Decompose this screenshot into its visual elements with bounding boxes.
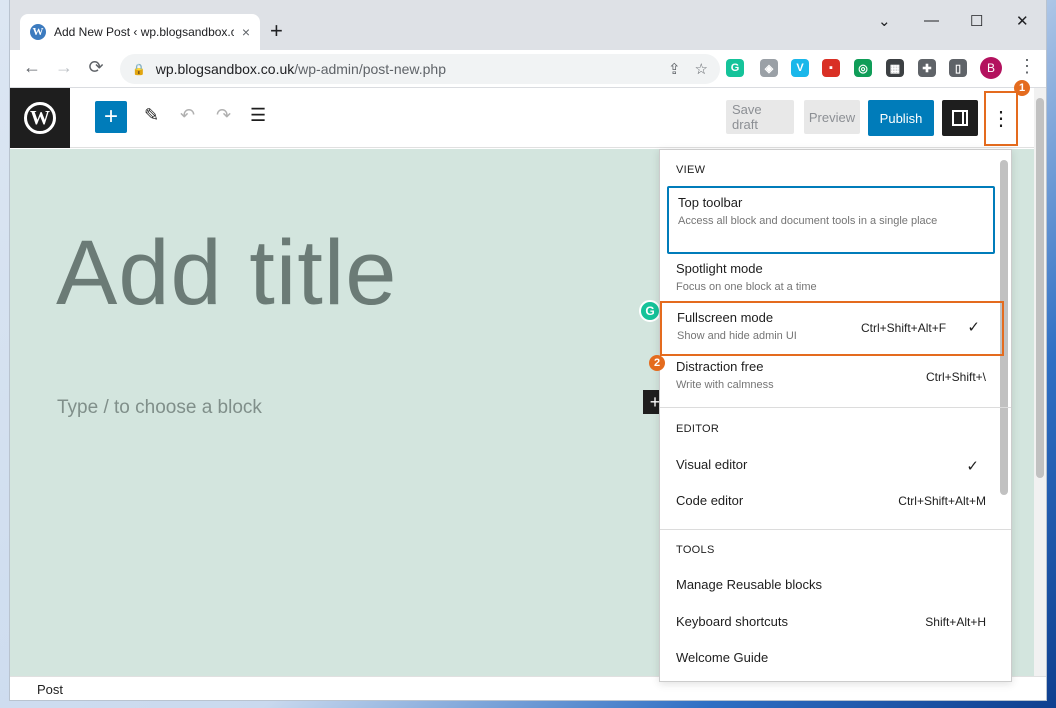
undo-icon[interactable]: ↶ [180,105,195,126]
sidebar-toggle-icon [952,110,968,126]
menu-divider [660,407,1011,408]
menu-item-distraction-free[interactable]: Distraction free Write with calmness Ctr… [667,352,995,400]
address-bar[interactable]: 🔒 wp.blogsandbox.co.uk/wp-admin/post-new… [120,54,720,84]
save-draft-button[interactable]: Save draft [726,100,794,134]
vimeo-extension-icon[interactable]: V [791,59,809,77]
menu-item-fullscreen-mode[interactable]: Fullscreen mode Show and hide admin UI C… [660,301,1004,356]
block-placeholder[interactable]: Type / to choose a block [57,397,262,419]
options-dropdown-menu: View Top toolbar Access all block and do… [659,149,1012,682]
browser-tab[interactable]: W Add New Post ‹ wp.blogsandbox.co.uk × [20,14,260,50]
dark-extension-icon[interactable]: ▦ [886,59,904,77]
preview-button[interactable]: Preview [804,100,860,134]
checkmark-icon: ✓ [966,458,979,475]
code-editor-shortcut: Ctrl+Shift+Alt+M [898,494,986,508]
menu-item-top-toolbar[interactable]: Top toolbar Access all block and documen… [667,186,995,254]
maximize-button[interactable]: ☐ [970,12,983,30]
shield-extension-icon[interactable]: ◈ [760,59,778,77]
forward-button[interactable]: → [52,57,76,78]
profile-avatar[interactable]: B [980,57,1002,79]
checkmark-icon: ✓ [967,319,980,336]
breadcrumb-post[interactable]: Post [37,682,63,697]
edit-tools-icon[interactable]: ✎ [144,105,159,126]
menu-divider [660,529,1011,530]
close-window-button[interactable]: ✕ [1016,12,1029,30]
reload-button[interactable]: ⟳ [84,57,108,78]
grammarly-extension-icon[interactable]: G [726,59,744,77]
options-menu-button[interactable]: ⋮ [984,91,1018,146]
distraction-free-shortcut: Ctrl+Shift+\ [925,370,986,384]
view-section-title: View [676,164,706,176]
puzzle-extensions-icon[interactable]: ✚ [918,59,936,77]
back-button[interactable]: ← [20,57,44,78]
url-text[interactable]: wp.blogsandbox.co.uk/wp-admin/post-new.p… [156,61,446,77]
settings-sidebar-button[interactable] [942,100,978,136]
tab-title: Add New Post ‹ wp.blogsandbox.co.uk [54,25,234,39]
menu-item-manage-reusable-blocks[interactable]: Manage Reusable blocks [667,570,995,604]
page-scrollbar[interactable] [1034,88,1046,676]
post-title-placeholder[interactable]: Add title [56,221,397,326]
keyboard-shortcuts-shortcut: Shift+Alt+H [925,615,986,629]
green-extension-icon[interactable]: ◎ [854,59,872,77]
minimize-button[interactable]: — [924,12,939,29]
editor-section-title: Editor [676,423,720,435]
menu-item-visual-editor[interactable]: Visual editor ✓ [667,450,995,484]
wordpress-favicon-icon: W [30,24,46,40]
tools-section-title: Tools [676,544,715,556]
add-block-button[interactable]: + [95,101,127,133]
red-extension-icon[interactable]: ▪ [822,59,840,77]
lock-icon[interactable]: 🔒 [132,63,146,76]
menu-item-keyboard-shortcuts[interactable]: Keyboard shortcuts Shift+Alt+H [667,607,995,641]
browser-menu-icon[interactable]: ⋮ [1018,56,1036,77]
browser-window: W Add New Post ‹ wp.blogsandbox.co.uk × … [10,0,1046,700]
fullscreen-shortcut: Ctrl+Shift+Alt+F [861,321,947,335]
menu-item-spotlight-mode[interactable]: Spotlight mode Focus on one block at a t… [667,254,995,302]
grammarly-badge-icon[interactable]: G [639,300,661,322]
new-tab-button[interactable]: + [270,20,283,42]
editor-header: W + ✎ ↶ ↷ ☰ Save draft Preview Publish ⋮… [10,80,1046,148]
page-scrollbar-thumb[interactable] [1036,98,1044,478]
redo-icon[interactable]: ↷ [216,105,231,126]
document-overview-icon[interactable]: ☰ [250,105,266,126]
tab-search-chevron-icon[interactable]: ⌄ [878,12,891,30]
menu-item-code-editor[interactable]: Code editor Ctrl+Shift+Alt+M [667,486,995,520]
publish-button[interactable]: Publish [868,100,934,136]
callout-badge-1: 1 [1014,80,1030,96]
bookmark-star-icon[interactable]: ☆ [695,60,708,78]
callout-badge-2: 2 [649,355,665,371]
tab-strip: W Add New Post ‹ wp.blogsandbox.co.uk × … [10,0,1046,50]
share-icon[interactable]: ⇪ [668,60,681,78]
browser-toolbar: ← → ⟳ 🔒 wp.blogsandbox.co.uk/wp-admin/po… [10,50,1046,88]
wordpress-logo-icon[interactable]: W [10,88,70,148]
menu-item-welcome-guide[interactable]: Welcome Guide [667,643,995,677]
sidepanel-icon[interactable]: ▯ [949,59,967,77]
close-tab-icon[interactable]: × [242,24,250,40]
